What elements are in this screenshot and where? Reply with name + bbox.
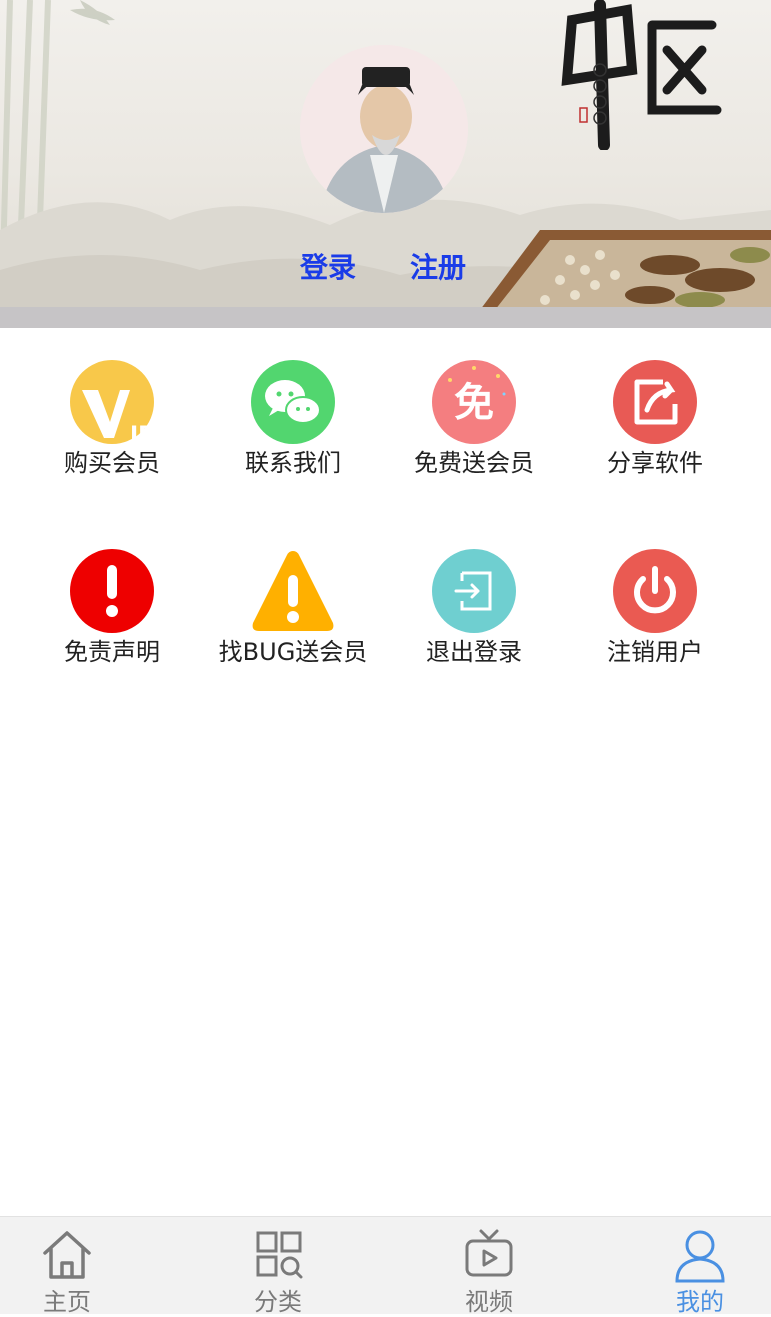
- tv-icon: [461, 1227, 517, 1283]
- power-icon: [613, 549, 697, 633]
- svg-text:IP: IP: [130, 423, 154, 444]
- logout-button[interactable]: 退出登录: [384, 549, 564, 699]
- profile-header: 登录 注册: [0, 0, 771, 307]
- tab-home[interactable]: 主页: [0, 1217, 137, 1316]
- free-icon: 免: [432, 360, 516, 444]
- menu-item-label: 退出登录: [426, 638, 522, 666]
- register-link[interactable]: 注册: [410, 248, 466, 288]
- buy-vip-button[interactable]: IP 购买会员: [22, 360, 202, 510]
- free-vip-button[interactable]: 免 免费送会员: [384, 360, 564, 510]
- share-icon: [613, 360, 697, 444]
- category-icon: [250, 1227, 306, 1283]
- calligraphy-logo: [561, 0, 722, 150]
- home-icon: [39, 1227, 95, 1283]
- share-app-button[interactable]: 分享软件: [565, 360, 745, 510]
- tab-category[interactable]: 分类: [208, 1217, 348, 1316]
- menu-item-label: 免费送会员: [414, 449, 534, 477]
- tab-video[interactable]: 视频: [419, 1217, 559, 1316]
- tab-mine[interactable]: 我的: [630, 1217, 770, 1316]
- wechat-icon: [251, 360, 335, 444]
- header-divider: [0, 307, 771, 328]
- vip-icon: IP: [70, 360, 154, 444]
- herbs-decoration: [482, 230, 771, 307]
- warning-triangle-icon: [251, 549, 335, 633]
- delete-account-button[interactable]: 注销用户: [565, 549, 745, 699]
- login-link[interactable]: 登录: [300, 248, 356, 288]
- menu-item-label: 联系我们: [245, 449, 341, 477]
- sage-portrait-icon: [300, 45, 468, 213]
- contact-us-button[interactable]: 联系我们: [203, 360, 383, 510]
- avatar[interactable]: [300, 45, 468, 213]
- report-bug-button[interactable]: 找BUG送会员: [203, 549, 383, 699]
- menu-item-label: 找BUG送会员: [218, 638, 368, 666]
- menu-item-label: 分享软件: [607, 449, 703, 477]
- alert-circle-icon: [70, 549, 154, 633]
- menu-item-label: 购买会员: [64, 449, 160, 477]
- disclaimer-button[interactable]: 免责声明: [22, 549, 202, 699]
- svg-text:免: 免: [454, 380, 494, 426]
- menu-item-label: 注销用户: [607, 638, 703, 666]
- user-icon: [672, 1227, 728, 1283]
- logout-icon: [432, 549, 516, 633]
- bottom-tab-bar: 主页 分类 视频 我的: [0, 1216, 771, 1316]
- menu-item-label: 免责声明: [64, 638, 160, 666]
